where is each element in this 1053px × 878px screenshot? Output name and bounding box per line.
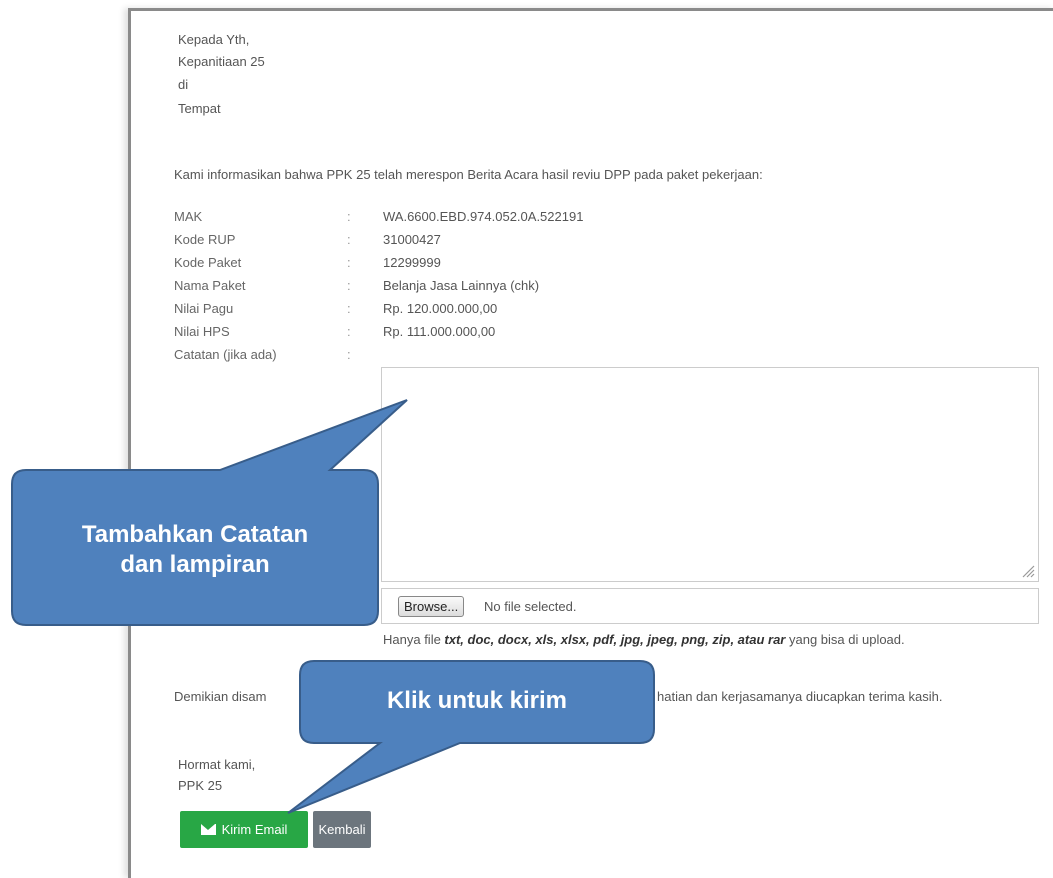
callout-notes-line-1: Tambahkan Catatan [81,521,309,548]
callout-notes-line-2: dan lampiran [120,551,270,578]
annotation-layer [11,399,655,814]
callout-notes-bubble [11,399,408,626]
callout-send-bubble [287,660,655,814]
callout-send-text: Klik untuk kirim [386,687,568,714]
callout-notes-text: Tambahkan Catatan dan lampiran [12,520,378,580]
